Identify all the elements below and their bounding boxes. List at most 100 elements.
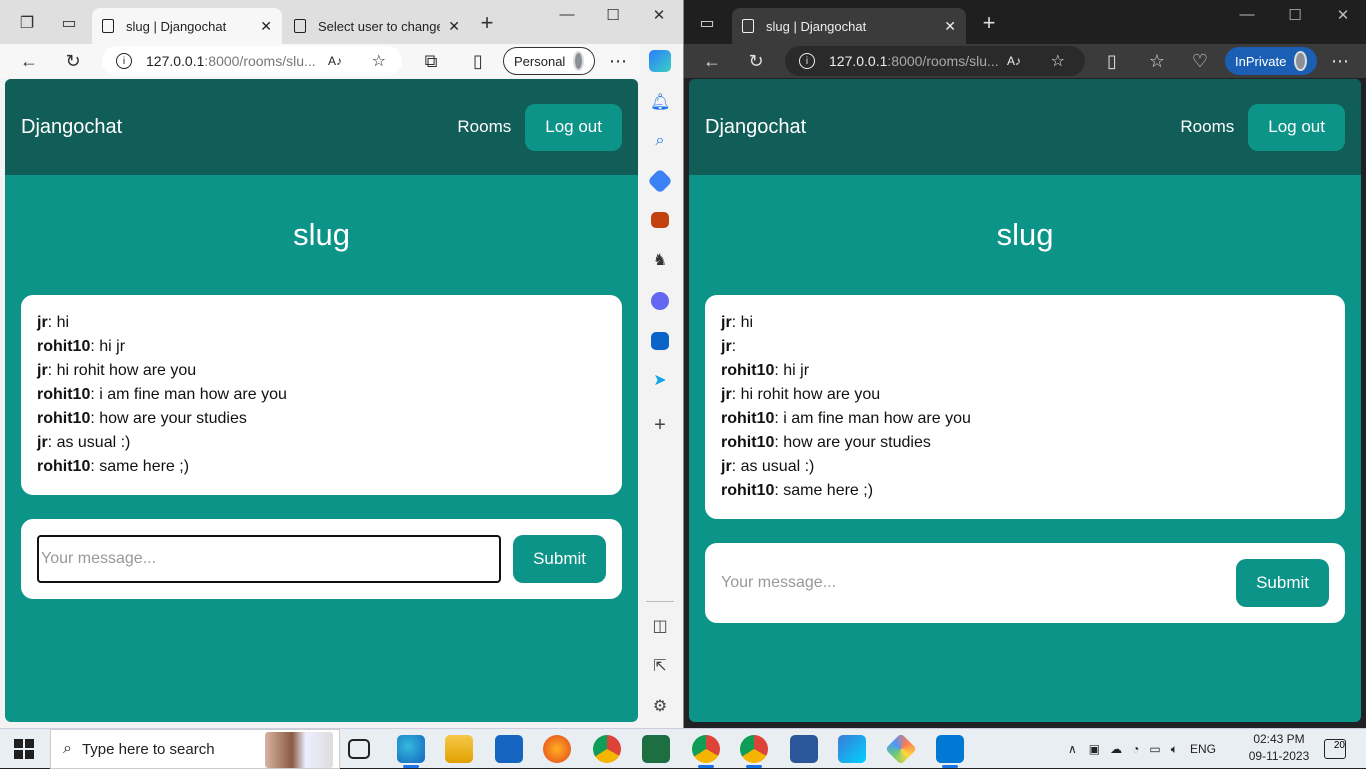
- refresh-icon[interactable]: ↻: [58, 46, 88, 76]
- mail-icon[interactable]: [495, 735, 523, 763]
- back-icon[interactable]: ←: [14, 46, 44, 76]
- split-screen-icon[interactable]: ▯: [463, 46, 493, 76]
- clock-date: 09-11-2023: [1248, 749, 1310, 763]
- message-row: rohit10: i am fine man how are you: [37, 383, 606, 407]
- shopping-tag-icon[interactable]: [647, 168, 673, 194]
- photos-icon[interactable]: [838, 735, 866, 763]
- browser-essentials-icon[interactable]: ♡: [1185, 46, 1215, 76]
- tab-actions-icon[interactable]: ▭: [692, 8, 722, 38]
- tab-actions-icon[interactable]: ▭: [54, 8, 84, 38]
- url-field[interactable]: i 127.0.0.1:8000/rooms/slu... A♪ ☆: [785, 46, 1085, 76]
- message-row: rohit10: same here ;): [37, 455, 606, 479]
- chrome-profile-icon[interactable]: [692, 735, 720, 768]
- logout-button[interactable]: Log out: [1248, 103, 1345, 151]
- games-icon[interactable]: ♞: [650, 250, 670, 270]
- close-tab-icon[interactable]: ✕: [260, 18, 272, 35]
- tab-slug[interactable]: slug | Djangochat ✕: [92, 8, 282, 44]
- vscode-icon[interactable]: [936, 735, 964, 768]
- wifi-icon[interactable]: ◔: [1132, 742, 1139, 756]
- brand-logo[interactable]: Djangochat: [705, 116, 1180, 139]
- maximize-icon[interactable]: ☐: [1280, 6, 1310, 24]
- rooms-link[interactable]: Rooms: [457, 117, 511, 137]
- chrome-icon[interactable]: [740, 735, 768, 768]
- split-screen-icon[interactable]: ▯: [1097, 46, 1127, 76]
- windows-start-icon[interactable]: [14, 739, 34, 759]
- message-user: jr: [721, 314, 732, 331]
- gear-icon[interactable]: ⚙: [650, 696, 670, 716]
- message-row: rohit10: hi jr: [721, 359, 1329, 383]
- minimize-icon[interactable]: —: [1232, 6, 1262, 23]
- tab-admin[interactable]: Select user to change | Django site admi…: [284, 8, 470, 44]
- message-user: jr: [37, 314, 48, 331]
- brand-logo[interactable]: Djangochat: [21, 116, 457, 139]
- page-icon: [742, 19, 754, 33]
- cloud-icon[interactable]: ☁: [1110, 742, 1122, 756]
- message-user: jr: [721, 386, 732, 403]
- minimize-icon[interactable]: —: [552, 6, 582, 23]
- close-window-icon[interactable]: ✕: [1328, 6, 1358, 24]
- firefox-icon[interactable]: [543, 735, 571, 763]
- edge-app-icon[interactable]: [397, 735, 425, 768]
- extensions-icon[interactable]: ⧉: [416, 46, 446, 76]
- favorites-icon[interactable]: ☆: [1142, 46, 1172, 76]
- left-chat-page: Djangochat Rooms Log out slug jr: hi roh…: [5, 79, 638, 722]
- new-tab-icon[interactable]: +: [472, 8, 502, 38]
- address-bar-row: ← ↻ i 127.0.0.1:8000/rooms/slu... A♪ ☆ ▯…: [684, 44, 1366, 78]
- profile-button[interactable]: Personal: [503, 47, 595, 75]
- language-indicator[interactable]: ENG: [1190, 742, 1216, 756]
- workspaces-icon[interactable]: ❐: [12, 8, 42, 38]
- message-text: : how are your studies: [90, 410, 247, 427]
- read-aloud-icon[interactable]: A♪: [1007, 54, 1021, 68]
- volume-icon[interactable]: 🔈︎: [1171, 742, 1178, 757]
- microsoft365-icon[interactable]: [651, 292, 669, 310]
- hide-sidebar-icon[interactable]: ◫: [650, 616, 670, 636]
- close-tab-icon[interactable]: ✕: [944, 18, 956, 35]
- message-input[interactable]: Your message...: [37, 535, 502, 583]
- taskbar-search[interactable]: ⌕ Type here to search: [50, 729, 340, 769]
- bell-icon[interactable]: 🔔︎: [650, 92, 670, 112]
- notification-center-icon[interactable]: 20: [1324, 739, 1346, 759]
- excel-icon[interactable]: [642, 735, 670, 763]
- chevron-up-icon[interactable]: ∧: [1068, 742, 1077, 756]
- open-external-icon[interactable]: ⇱: [650, 656, 670, 676]
- refresh-icon[interactable]: ↻: [741, 46, 771, 76]
- search-icon[interactable]: ⌕: [650, 132, 670, 150]
- outlook-icon[interactable]: [651, 332, 669, 350]
- rooms-link[interactable]: Rooms: [1180, 117, 1234, 137]
- copilot-icon[interactable]: [649, 50, 671, 72]
- tools-icon[interactable]: [651, 212, 669, 228]
- notification-count: 20: [1333, 740, 1345, 751]
- more-menu-icon[interactable]: ⋯: [603, 46, 633, 76]
- url-field[interactable]: i 127.0.0.1:8000/rooms/slu... A♪ ☆: [102, 46, 402, 76]
- battery-icon[interactable]: ▭: [1149, 742, 1160, 756]
- back-icon[interactable]: ←: [697, 46, 727, 76]
- read-aloud-icon[interactable]: A♪: [328, 54, 342, 68]
- submit-button[interactable]: Submit: [1236, 559, 1329, 607]
- submit-button[interactable]: Submit: [513, 535, 606, 583]
- file-explorer-icon[interactable]: [445, 735, 473, 763]
- app-icon[interactable]: [885, 733, 917, 765]
- tab-slug[interactable]: slug | Djangochat ✕: [732, 8, 966, 44]
- favorite-star-icon[interactable]: ☆: [372, 51, 386, 71]
- clock[interactable]: 02:43 PM 09-11-2023: [1246, 731, 1312, 765]
- chat-messages: jr: hi rohit10: hi jr jr: hi rohit how a…: [21, 295, 622, 495]
- favorite-star-icon[interactable]: ☆: [1051, 51, 1065, 71]
- site-info-icon[interactable]: i: [799, 53, 815, 69]
- drop-icon[interactable]: ➤: [650, 370, 670, 390]
- message-input[interactable]: Your message...: [721, 559, 1224, 607]
- chrome-icon[interactable]: [593, 735, 621, 763]
- task-view-icon[interactable]: [348, 739, 370, 759]
- search-placeholder: Type here to search: [81, 740, 215, 758]
- new-tab-icon[interactable]: +: [974, 8, 1004, 38]
- url-path: :8000/rooms/slu...: [204, 53, 316, 69]
- maximize-icon[interactable]: ☐: [598, 6, 628, 24]
- inprivate-button[interactable]: InPrivate: [1225, 47, 1317, 75]
- more-menu-icon[interactable]: ⋯: [1325, 46, 1355, 76]
- site-info-icon[interactable]: i: [116, 53, 132, 69]
- add-sidebar-app-icon[interactable]: +: [650, 414, 670, 437]
- logout-button[interactable]: Log out: [525, 103, 622, 151]
- meet-icon[interactable]: ▣: [1089, 742, 1100, 756]
- word-icon[interactable]: [790, 735, 818, 763]
- close-tab-icon[interactable]: ✕: [448, 18, 460, 35]
- close-window-icon[interactable]: ✕: [644, 6, 674, 24]
